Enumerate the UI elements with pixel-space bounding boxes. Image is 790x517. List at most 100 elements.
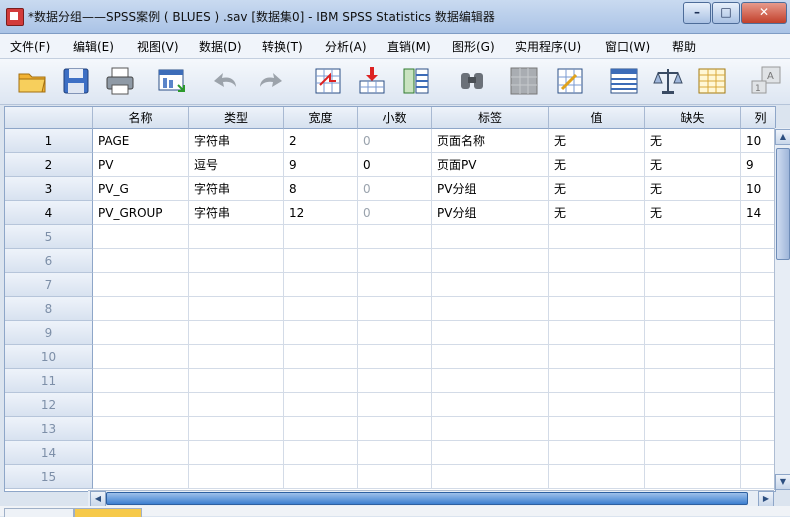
row-header[interactable]: 5 (5, 225, 93, 249)
select-cases-icon[interactable] (696, 65, 728, 97)
cell-name[interactable]: PV_G (93, 177, 189, 201)
menu-graphs[interactable]: 图形(G) (452, 38, 495, 55)
row-header[interactable]: 12 (5, 393, 93, 417)
cell-decimals[interactable]: 0 (358, 153, 432, 177)
goto-case-icon[interactable] (312, 65, 344, 97)
cell-values[interactable]: 无 (549, 177, 645, 201)
menu-view[interactable]: 视图(V) (137, 38, 179, 55)
cell-missing[interactable]: 无 (645, 201, 741, 225)
menu-transform[interactable]: 转换(T) (262, 38, 303, 55)
row-header[interactable]: 14 (5, 441, 93, 465)
window-title: *数据分组——SPSS案例 ( BLUES ) .sav [数据集0] - IB… (28, 10, 495, 24)
menu-utilities[interactable]: 实用程序(U) (515, 38, 581, 55)
cell-type[interactable]: 字符串 (189, 201, 284, 225)
corner-header (5, 107, 93, 129)
dialog-recall-icon[interactable] (156, 65, 188, 97)
print-icon[interactable] (104, 65, 136, 97)
weight-cases-icon[interactable] (652, 65, 684, 97)
row-header[interactable]: 1 (5, 129, 93, 153)
column-header-values[interactable]: 值 (549, 107, 645, 129)
cell-columns[interactable]: 10 (741, 129, 775, 153)
maximize-button[interactable]: □ (712, 2, 740, 24)
cell-values[interactable]: 无 (549, 129, 645, 153)
menu-help[interactable]: 帮助 (672, 38, 696, 55)
goto-variable-icon[interactable] (356, 65, 388, 97)
vertical-scroll-thumb[interactable] (776, 148, 790, 260)
horizontal-scroll-thumb[interactable] (106, 492, 748, 505)
cell-missing[interactable]: 无 (645, 129, 741, 153)
scroll-down-arrow-icon[interactable]: ▼ (775, 474, 790, 490)
row-header[interactable]: 6 (5, 249, 93, 273)
column-header-decimals[interactable]: 小数 (358, 107, 432, 129)
scroll-up-arrow-icon[interactable]: ▲ (775, 129, 790, 145)
cell-columns[interactable]: 10 (741, 177, 775, 201)
save-icon[interactable] (60, 65, 92, 97)
menu-bar: 文件(F) 编辑(E) 视图(V) 数据(D) 转换(T) 分析(A) 直销(M… (0, 34, 790, 59)
undo-icon[interactable] (210, 65, 242, 97)
cell-width[interactable]: 12 (284, 201, 358, 225)
split-file-icon[interactable] (608, 65, 640, 97)
cell-columns[interactable]: 14 (741, 201, 775, 225)
row-header[interactable]: 4 (5, 201, 93, 225)
scroll-right-arrow-icon[interactable]: ▶ (758, 491, 774, 507)
redo-icon[interactable] (254, 65, 286, 97)
cell-columns[interactable]: 9 (741, 153, 775, 177)
cell-values[interactable]: 无 (549, 201, 645, 225)
cell-decimals[interactable]: 0 (358, 129, 432, 153)
row-header[interactable]: 9 (5, 321, 93, 345)
column-header-name[interactable]: 名称 (93, 107, 189, 129)
menu-file[interactable]: 文件(F) (10, 38, 50, 55)
menu-window[interactable]: 窗口(W) (605, 38, 650, 55)
cell-width[interactable]: 8 (284, 177, 358, 201)
row-header[interactable]: 10 (5, 345, 93, 369)
open-folder-icon[interactable] (16, 65, 48, 97)
row-header[interactable]: 2 (5, 153, 93, 177)
title-bar: *数据分组——SPSS案例 ( BLUES ) .sav [数据集0] - IB… (0, 0, 790, 34)
cell-name[interactable]: PV (93, 153, 189, 177)
menu-data[interactable]: 数据(D) (199, 38, 242, 55)
column-header-columns[interactable]: 列 (741, 107, 775, 129)
cell-type[interactable]: 字符串 (189, 129, 284, 153)
cell-decimals[interactable]: 0 (358, 177, 432, 201)
empty-rows-area[interactable] (93, 225, 775, 489)
row-header[interactable]: 3 (5, 177, 93, 201)
cell-name[interactable]: PAGE (93, 129, 189, 153)
variables-icon[interactable] (400, 65, 432, 97)
cell-values[interactable]: 无 (549, 153, 645, 177)
close-button[interactable]: ✕ (741, 2, 787, 24)
cell-label[interactable]: 页面PV (432, 153, 549, 177)
column-header-width[interactable]: 宽度 (284, 107, 358, 129)
cell-width[interactable]: 9 (284, 153, 358, 177)
spss-app-icon[interactable] (6, 8, 24, 26)
column-header-missing[interactable]: 缺失 (645, 107, 741, 129)
cell-type[interactable]: 字符串 (189, 177, 284, 201)
svg-text:A: A (767, 71, 774, 82)
cell-name[interactable]: PV_GROUP (93, 201, 189, 225)
cell-missing[interactable]: 无 (645, 153, 741, 177)
insert-cases-icon[interactable] (508, 65, 540, 97)
row-header[interactable]: 8 (5, 297, 93, 321)
cell-type[interactable]: 逗号 (189, 153, 284, 177)
row-header[interactable]: 11 (5, 369, 93, 393)
cell-label[interactable]: PV分组 (432, 201, 549, 225)
cell-missing[interactable]: 无 (645, 177, 741, 201)
insert-variable-icon[interactable] (554, 65, 586, 97)
row-header[interactable]: 13 (5, 417, 93, 441)
row-header[interactable]: 7 (5, 273, 93, 297)
cell-label[interactable]: 页面名称 (432, 129, 549, 153)
row-header[interactable]: 15 (5, 465, 93, 489)
cell-label[interactable]: PV分组 (432, 177, 549, 201)
column-header-label[interactable]: 标签 (432, 107, 549, 129)
svg-text:1: 1 (755, 84, 761, 94)
menu-marketing[interactable]: 直销(M) (387, 38, 431, 55)
column-header-type[interactable]: 类型 (189, 107, 284, 129)
value-labels-icon[interactable]: A1 (750, 65, 782, 97)
find-icon[interactable] (456, 65, 488, 97)
menu-edit[interactable]: 编辑(E) (73, 38, 114, 55)
scroll-left-arrow-icon[interactable]: ◀ (90, 491, 106, 507)
cell-width[interactable]: 2 (284, 129, 358, 153)
menu-analyze[interactable]: 分析(A) (325, 38, 367, 55)
minimize-button[interactable]: – (683, 2, 711, 24)
toolbar: A1 (0, 59, 790, 105)
cell-decimals[interactable]: 0 (358, 201, 432, 225)
